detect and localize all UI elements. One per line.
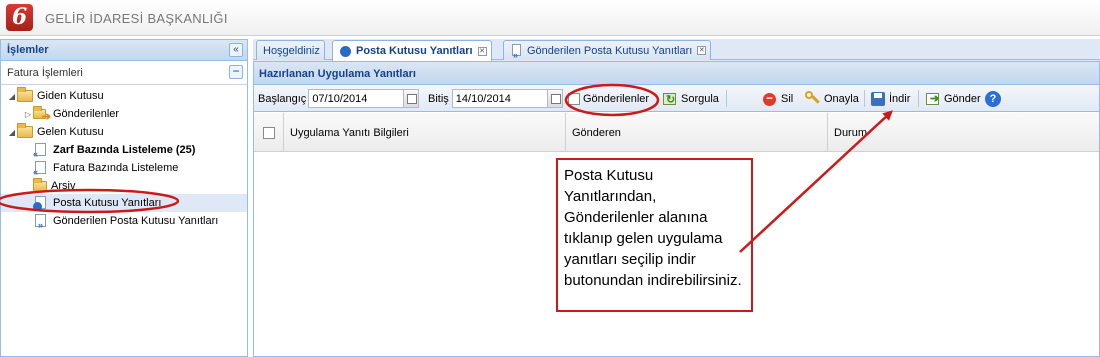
close-icon[interactable]: ✕ (697, 46, 707, 55)
collapsed-arrow-icon[interactable]: ▷ (23, 110, 33, 119)
tree-item-arsiv[interactable]: Arşiv (33, 177, 75, 195)
query-button[interactable]: ↻ Sorgula (662, 85, 719, 112)
delete-label: Sil (781, 92, 794, 105)
sidebar: İşlemler « Fatura İşlemleri − ◢ Giden Ku… (0, 39, 248, 357)
tree-item-gonderilen-posta[interactable]: » Gönderilen Posta Kutusu Yanıtları (33, 212, 218, 230)
end-date-input[interactable] (451, 89, 548, 108)
collapse-left-icon[interactable]: « (229, 43, 243, 57)
column-header[interactable]: Durum (828, 113, 1099, 152)
archive-folder-icon (33, 177, 47, 192)
sent-filter-checkbox[interactable]: Gönderilenler (568, 85, 649, 112)
download-label: İndir (889, 92, 911, 105)
tree-item-label: Gönderilen Posta Kutusu Yanıtları (53, 215, 219, 227)
key-icon (805, 90, 821, 107)
folder-arrow-icon: ➔ (33, 106, 51, 123)
checkbox[interactable] (568, 92, 580, 105)
tree-item-giden-kutusu[interactable]: ◢ Giden Kutusu (7, 87, 104, 105)
column-label: Durum (834, 126, 868, 139)
tree-item-fatura-bazinda[interactable]: « Fatura Bazında Listeleme (33, 159, 178, 177)
sidebar-title: İşlemler (7, 44, 49, 56)
approve-label: Onayla (824, 92, 859, 105)
tree-item-label: Gönderilenler (53, 108, 120, 120)
section-title: Fatura İşlemleri (7, 67, 83, 79)
download-button[interactable]: İndir (870, 85, 910, 112)
start-date-group: Başlangıç (258, 85, 420, 112)
tree-item-label: Giden Kutusu (37, 90, 104, 102)
toolbar-separator (864, 90, 865, 107)
toolbar-separator (918, 90, 919, 107)
outgoing-document-icon: » (33, 214, 49, 230)
approve-button[interactable]: Onayla (805, 85, 859, 112)
tab-label: Gönderilen Posta Kutusu Yanıtları (527, 44, 693, 57)
query-label: Sorgula (681, 92, 719, 105)
collapse-section-icon[interactable]: − (229, 65, 243, 79)
select-all-cell[interactable] (254, 113, 284, 152)
start-date-input[interactable] (308, 89, 405, 108)
incoming-document-icon: « (33, 143, 49, 159)
incoming-document-icon: « (33, 161, 49, 177)
tree-item-posta-kutusu-yanitlari[interactable]: Posta Kutusu Yanıtları (1, 194, 247, 212)
help-button[interactable]: ? (985, 85, 1001, 112)
tree-item-zarf-bazinda[interactable]: « Zarf Bazında Listeleme (25) (33, 141, 195, 159)
tab-gonderilen-posta[interactable]: » Gönderilen Posta Kutusu Yanıtları ✕ (503, 40, 712, 60)
panel-header: Hazırlanan Uygulama Yanıtları (254, 62, 1099, 85)
toolbar-separator (726, 90, 727, 107)
tree-item-label: Posta Kutusu Yanıtları (53, 197, 162, 209)
select-all-checkbox[interactable] (262, 126, 275, 139)
column-label: Gönderen (572, 126, 621, 139)
toolbar: Başlangıç Bitiş Gönderilenler ↻ Sorgula … (254, 85, 1099, 112)
annotation-callout: Posta Kutusu Yanıtlarından, Gönderilenle… (556, 158, 753, 312)
send-button[interactable]: ➔ Gönder (925, 85, 981, 112)
sidebar-header: İşlemler « (1, 40, 247, 61)
save-disk-icon (870, 91, 886, 107)
send-label: Gönder (944, 92, 981, 105)
panel-title: Hazırlanan Uygulama Yanıtları (259, 68, 416, 80)
delete-icon: − (762, 91, 778, 107)
close-icon[interactable]: ✕ (477, 46, 487, 56)
refresh-query-icon: ↻ (662, 91, 678, 107)
end-date-label: Bitiş (428, 92, 449, 105)
section-header[interactable]: Fatura İşlemleri − (1, 61, 247, 85)
tree-item-label: Arşiv (51, 180, 76, 192)
start-date-label: Başlangıç (258, 92, 307, 105)
app-title: GELİR İDARESİ BAŞKANLIĞI (45, 11, 228, 26)
tab-label: Posta Kutusu Yanıtları (356, 45, 473, 57)
tree-item-label: Gelen Kutusu (37, 126, 104, 138)
expanded-arrow-icon[interactable]: ◢ (7, 128, 17, 137)
tree-item-label: Fatura Bazında Listeleme (53, 162, 179, 174)
expanded-arrow-icon[interactable]: ◢ (7, 92, 17, 101)
tree-item-gelen-kutusu[interactable]: ◢ Gelen Kutusu (7, 123, 104, 141)
tree-item-gonderilenler[interactable]: ▷ ➔ Gönderilenler (23, 105, 119, 123)
tab-label: Hoşgeldiniz (263, 44, 320, 57)
outgoing-document-icon: » (510, 44, 523, 60)
tab-posta-kutusu-yanitlari[interactable]: Posta Kutusu Yanıtları ✕ (332, 40, 492, 61)
column-header[interactable]: Uygulama Yanıtı Bilgileri (284, 113, 566, 152)
sent-filter-label: Gönderilenler (583, 92, 650, 105)
folder-open-icon (17, 123, 33, 138)
tab-hosgeldiniz[interactable]: Hoşgeldiniz (256, 40, 325, 60)
mailbox-reply-icon (33, 196, 49, 211)
calendar-icon[interactable] (547, 89, 563, 108)
column-header[interactable]: Gönderen (566, 113, 828, 152)
calendar-icon[interactable] (404, 89, 420, 108)
mailbox-reply-icon (339, 45, 352, 58)
gib-logo: 6 (6, 4, 33, 31)
app-header: 6 GELİR İDARESİ BAŞKANLIĞI (0, 0, 1100, 36)
tab-bar: Hoşgeldiniz Posta Kutusu Yanıtları ✕ » G… (253, 39, 1100, 61)
help-icon: ? (985, 90, 1001, 107)
tree-item-label: Zarf Bazında Listeleme (25) (53, 144, 196, 156)
send-icon: ➔ (925, 91, 941, 107)
column-label: Uygulama Yanıtı Bilgileri (290, 126, 409, 139)
folder-open-icon (17, 87, 33, 102)
delete-button[interactable]: − Sil (762, 85, 793, 112)
end-date-group: Bitiş (428, 85, 563, 112)
grid-header: Uygulama Yanıtı Bilgileri Gönderen Durum (254, 113, 1099, 152)
